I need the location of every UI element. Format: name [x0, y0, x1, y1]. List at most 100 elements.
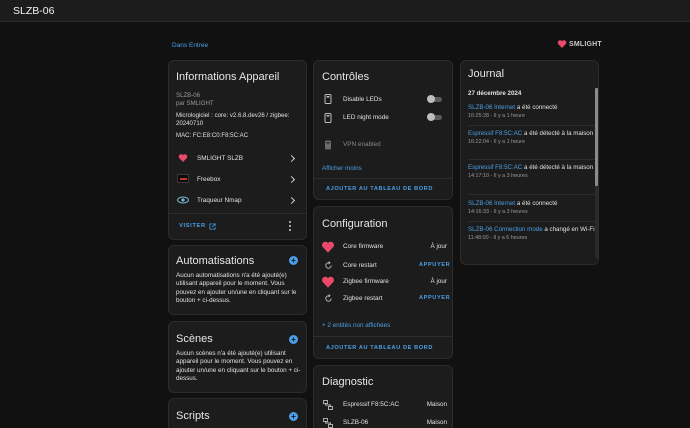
divider — [468, 159, 596, 160]
journal-entry: SLZB-06 Internet a été connecté 16:25:28… — [468, 104, 596, 120]
chevron-right-icon — [287, 196, 296, 205]
brand-name: SMLIGHT — [569, 40, 602, 48]
add-script-button[interactable]: + — [289, 412, 298, 421]
restart-icon — [325, 294, 332, 302]
more-options-icon[interactable] — [288, 221, 292, 232]
zigbee-firmware-state: À jour — [430, 278, 447, 285]
phone-led-icon — [324, 94, 332, 104]
journal-timestamp: 16:22:04 - Il y a 1 heure — [468, 139, 525, 145]
chevron-right-icon — [287, 154, 296, 163]
add-scene-button[interactable]: + — [289, 335, 298, 344]
journal-card: Journal 27 décembre 2024 SLZB-06 Interne… — [460, 60, 599, 265]
scenes-card: Scènes + Aucun scènes n'a été ajouté(e) … — [168, 321, 307, 393]
diagnostic-device-label: Espressif F8:5C:AC — [343, 401, 400, 408]
scripts-card: Scripts + — [168, 398, 307, 428]
configuration-title: Configuration — [322, 218, 388, 230]
configuration-card: Configuration Core firmware À jour Core … — [313, 206, 453, 359]
core-restart-press-button[interactable]: APPUYER — [419, 262, 450, 268]
scripts-title: Scripts — [176, 410, 210, 422]
led-night-mode-label: LED night mode — [343, 114, 389, 121]
smlight-logo-icon — [178, 154, 188, 162]
page-title: SLZB-06 — [13, 5, 55, 17]
vpn-icon — [325, 140, 331, 150]
journal-entity-link[interactable]: SLZB-06 Internet — [468, 200, 515, 207]
journal-entity-link[interactable]: SLZB-06 Internet — [468, 104, 515, 111]
journal-entity-link[interactable]: Espressif F8:5C:AC — [468, 164, 522, 171]
device-info-title: Informations Appareil — [176, 71, 280, 83]
automations-card: Automatisations + Aucun automatisations … — [168, 245, 307, 315]
chevron-right-icon — [287, 175, 296, 184]
automations-title: Automatisations — [176, 255, 255, 267]
journal-scrollbar-thumb[interactable] — [595, 88, 598, 186]
integration-nmap[interactable]: Traqueur Nmap — [169, 191, 306, 209]
freebox-logo-icon — [177, 174, 189, 183]
integration-freebox[interactable]: Freebox — [169, 170, 306, 188]
firmware-info: Micrologiciel : core: v2.6.8.dev26 / zig… — [176, 112, 290, 119]
device-model: SLZB-06 — [176, 92, 201, 99]
controls-card: Contrôles Disable LEDs LED night mode VP… — [313, 60, 453, 200]
journal-title: Journal — [468, 68, 505, 80]
scenes-empty-text: Aucun scènes n'a été ajouté(e) utilisant… — [176, 350, 301, 383]
led-night-mode-toggle[interactable] — [427, 113, 443, 121]
journal-entity-link[interactable]: SLZB-06 Connection mode — [468, 226, 543, 233]
journal-entry: SLZB-06 Connection mode a changé en Wi-F… — [468, 226, 595, 241]
core-restart-label: Core restart — [343, 262, 377, 269]
integration-label: Traqueur Nmap — [197, 197, 242, 204]
smlight-firmware-icon — [322, 276, 334, 288]
controls-title: Contrôles — [322, 71, 370, 83]
top-app-bar: SLZB-06 — [0, 0, 690, 22]
visit-button[interactable]: VISITER — [179, 221, 216, 231]
show-less-link[interactable]: Afficher moins — [322, 165, 362, 172]
automations-empty-text: Aucun automatisations n'a été ajouté(e) … — [176, 272, 297, 305]
lan-network-icon — [323, 400, 333, 410]
zigbee-firmware-label: Zigbee firmware — [343, 278, 389, 285]
hidden-entities-link[interactable]: + 2 entités non affichées — [322, 322, 390, 329]
open-in-new-icon — [209, 222, 216, 230]
diagnostic-title: Diagnostic — [322, 376, 374, 388]
smlight-brand: SMLIGHT — [557, 39, 602, 49]
lan-network-icon — [323, 418, 333, 428]
firmware-info-cont: 20240710 — [176, 120, 204, 127]
journal-timestamp: 14:16:33 - Il y a 3 heures — [468, 209, 528, 215]
integration-label: SMLIGHT SLZB — [197, 155, 244, 162]
device-info-card: Informations Appareil SLZB-06 par SMLIGH… — [168, 60, 307, 240]
diagnostic-device-state: Maison — [426, 401, 447, 408]
journal-date: 27 décembre 2024 — [468, 90, 522, 97]
journal-entry: SLZB-06 Internet a été connecté 14:16:33… — [468, 200, 596, 216]
add-to-dashboard-button[interactable]: AJOUTER AU TABLEAU DE BORD — [326, 186, 433, 192]
add-automation-button[interactable]: + — [289, 256, 298, 265]
divider — [314, 178, 452, 179]
zigbee-restart-label: Zigbee restart — [343, 295, 383, 302]
vpn-enabled-label: VPN enabled — [343, 141, 381, 148]
core-firmware-label: Core firmware — [343, 243, 384, 250]
journal-timestamp: 16:25:28 - Il y a 1 heure — [468, 113, 525, 119]
disable-leds-toggle[interactable] — [427, 95, 443, 103]
divider — [314, 336, 452, 337]
device-maker: par SMLIGHT — [176, 100, 214, 107]
disable-leds-label: Disable LEDs — [343, 96, 382, 103]
visit-label: VISITER — [179, 223, 206, 229]
diagnostic-device-state: Maison — [426, 419, 447, 426]
led-night-icon — [324, 113, 332, 123]
journal-timestamp: 11:48:00 - Il y a 6 heures — [468, 235, 528, 241]
journal-entity-link[interactable]: Espressif F8:5C:AC — [468, 130, 522, 137]
journal-timestamp: 14:17:10 - Il y a 3 heures — [468, 173, 528, 179]
journal-entry: Espressif F8:5C:AC a été détecté à la ma… — [468, 130, 596, 146]
mac-address: MAC: FC:E8:C0:F8:5C:AC — [176, 132, 249, 139]
integration-label: Freebox — [197, 176, 221, 183]
integration-smlight[interactable]: SMLIGHT SLZB — [169, 149, 306, 167]
zigbee-restart-press-button[interactable]: APPUYER — [419, 295, 450, 301]
divider — [468, 194, 596, 195]
divider — [468, 221, 596, 222]
diagnostic-device-label: SLZB-06 — [343, 419, 369, 426]
core-firmware-state: À jour — [430, 243, 447, 250]
restart-icon — [325, 261, 332, 269]
divider — [169, 213, 306, 214]
breadcrumb-area-link[interactable]: Dans Entree — [172, 42, 208, 49]
journal-entry: Espressif F8:5C:AC a été détecté à la ma… — [468, 164, 596, 180]
nmap-eye-icon — [177, 196, 189, 204]
divider — [468, 125, 596, 126]
add-to-dashboard-button[interactable]: AJOUTER AU TABLEAU DE BORD — [326, 345, 433, 351]
scenes-title: Scènes — [176, 333, 213, 345]
smlight-logo-icon — [557, 40, 567, 48]
